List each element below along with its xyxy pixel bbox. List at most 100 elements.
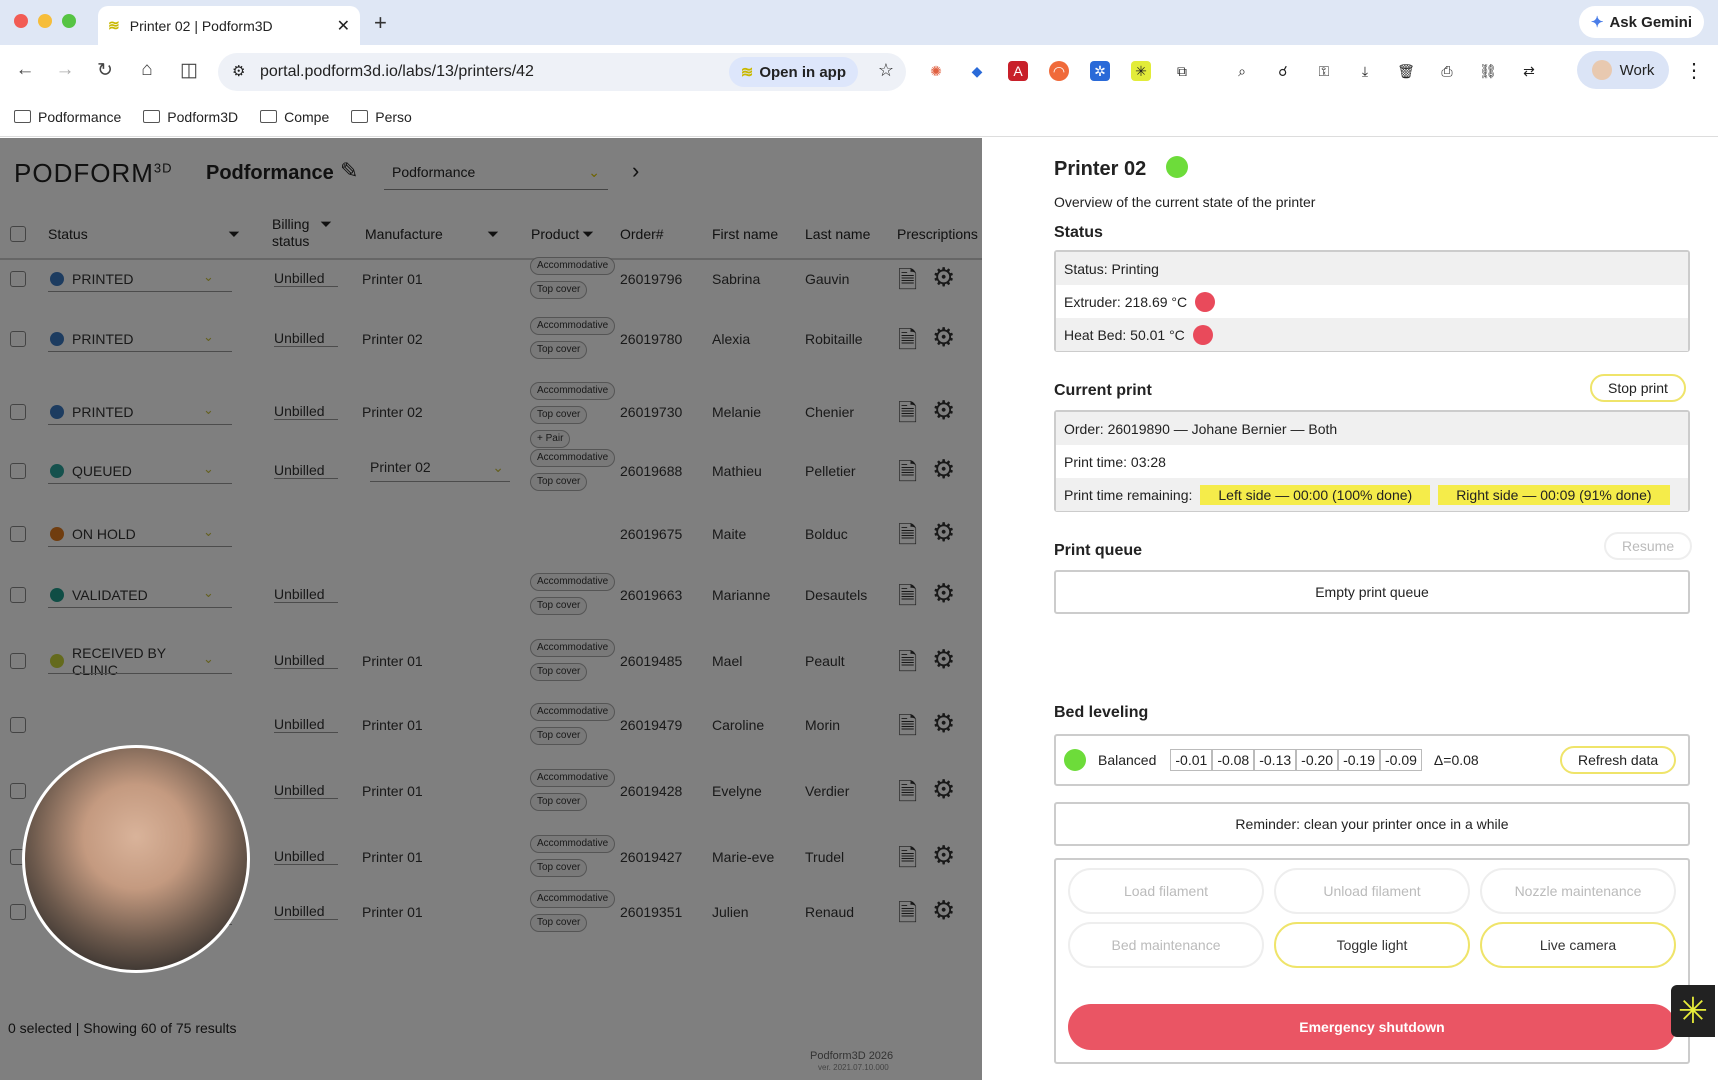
print-icon[interactable]: ⎙ <box>1437 61 1457 81</box>
status-select[interactable] <box>48 424 232 425</box>
row-checkbox[interactable] <box>10 587 26 603</box>
chevron-down-icon[interactable]: ⌄ <box>203 329 214 345</box>
close-window-icon[interactable] <box>14 14 28 28</box>
status-select[interactable] <box>48 673 232 674</box>
row-checkbox[interactable] <box>10 331 26 347</box>
column-prescriptions[interactable]: Prescriptions <box>897 226 978 242</box>
filter-icon[interactable]: ⏷ <box>582 226 594 243</box>
row-checkbox[interactable] <box>10 904 26 920</box>
gear-icon[interactable]: ⚙ <box>932 517 955 548</box>
profile-button[interactable]: Work <box>1577 51 1669 89</box>
emergency-shutdown-button[interactable]: Emergency shutdown <box>1068 1004 1676 1050</box>
bookmark-folder[interactable]: Podformance <box>14 109 121 125</box>
filter-icon[interactable]: ⏷ <box>228 226 240 243</box>
gear-icon[interactable]: ⚙ <box>932 708 955 739</box>
column-last-name[interactable]: Last name <box>805 226 870 242</box>
gear-icon[interactable]: ⚙ <box>932 774 955 805</box>
extension-orange-icon[interactable]: ◠ <box>1049 61 1069 81</box>
download-icon[interactable]: ⤓ <box>1355 61 1375 81</box>
table-row[interactable]: PRINTED ⌄ Unbilled Printer 02 Accommodative T… <box>0 314 982 364</box>
address-bar[interactable]: ⚙ portal.podform3d.io/labs/13/printers/4… <box>218 53 906 91</box>
nozzle-maintenance-button[interactable]: Nozzle maintenance <box>1480 868 1676 914</box>
live-camera-button[interactable]: Live camera <box>1480 922 1676 968</box>
row-checkbox[interactable] <box>10 653 26 669</box>
new-tab-button[interactable]: + <box>374 10 387 36</box>
load-filament-button[interactable]: Load filament <box>1068 868 1264 914</box>
edit-pencil-icon[interactable]: ✎ <box>340 158 358 184</box>
forward-icon[interactable]: → <box>52 59 78 81</box>
minimize-window-icon[interactable] <box>38 14 52 28</box>
status-select[interactable] <box>48 546 232 547</box>
prescription-document-icon[interactable]: 🗎 <box>898 263 924 294</box>
extension-gear-icon[interactable]: ✲ <box>1090 61 1110 81</box>
browser-tab[interactable]: ≋ Printer 02 | Podform3D ✕ <box>98 6 360 45</box>
gear-icon[interactable]: ⚙ <box>932 895 955 926</box>
filter-icon[interactable]: ⏷ <box>487 226 499 243</box>
more-menu-icon[interactable]: ⋮ <box>1684 58 1704 83</box>
split-view-icon[interactable]: ◫ <box>176 59 202 82</box>
column-manufacture[interactable]: Manufacture <box>365 226 443 242</box>
gear-icon[interactable]: ⚙ <box>932 840 955 871</box>
extension-pdf-icon[interactable]: A <box>1008 61 1028 81</box>
stop-print-button[interactable]: Stop print <box>1590 374 1686 402</box>
row-checkbox[interactable] <box>10 404 26 420</box>
billing-status[interactable]: Unbilled <box>274 716 338 733</box>
prescription-document-icon[interactable]: 🗎 <box>898 579 924 610</box>
podform-assistant-icon[interactable]: ✳ <box>1671 985 1715 1037</box>
billing-status[interactable]: Unbilled <box>274 848 338 865</box>
select-all-checkbox[interactable] <box>10 226 26 242</box>
prescription-document-icon[interactable]: 🗎 <box>898 518 924 549</box>
table-row[interactable]: ON HOLD ⌄ 26019675 Maite Bolduc 🗎 ⚙ <box>0 512 982 556</box>
billing-status[interactable]: Unbilled <box>274 903 338 920</box>
bookmark-folder[interactable]: Podform3D <box>143 109 238 125</box>
filter-icon[interactable]: ⏷ <box>320 216 332 233</box>
refresh-data-button[interactable]: Refresh data <box>1560 746 1677 774</box>
status-select[interactable] <box>48 351 232 352</box>
open-in-app-button[interactable]: ≋ Open in app <box>728 57 858 87</box>
billing-status[interactable]: Unbilled <box>274 462 338 479</box>
extension-claude-icon[interactable]: ✺ <box>926 61 946 81</box>
table-row[interactable]: VALIDATED ⌄ Unbilled Accommodative Top cover… <box>0 570 982 620</box>
bed-maintenance-button[interactable]: Bed maintenance <box>1068 922 1264 968</box>
chevron-right-icon[interactable]: › <box>632 158 639 184</box>
bookmark-star-icon[interactable]: ☆ <box>878 60 894 81</box>
column-first-name[interactable]: First name <box>712 226 778 242</box>
unload-filament-button[interactable]: Unload filament <box>1274 868 1470 914</box>
toggle-light-button[interactable]: Toggle light <box>1274 922 1470 968</box>
table-row[interactable]: Unbilled Printer 01 Accommodative Top cover… <box>0 700 982 750</box>
bookmark-folder[interactable]: Compe <box>260 109 329 125</box>
prescription-document-icon[interactable]: 🗎 <box>898 709 924 740</box>
trash-icon[interactable]: 🗑 <box>1396 61 1416 81</box>
prescription-document-icon[interactable]: 🗎 <box>898 896 924 927</box>
bookmark-folder[interactable]: Perso <box>351 109 412 125</box>
billing-status[interactable]: Unbilled <box>274 270 338 287</box>
billing-status[interactable]: Unbilled <box>274 330 338 347</box>
prescription-document-icon[interactable]: 🗎 <box>898 775 924 806</box>
reload-icon[interactable]: ↻ <box>92 59 118 82</box>
ask-gemini-button[interactable]: ✦ Ask Gemini <box>1578 6 1704 38</box>
billing-status[interactable]: Unbilled <box>274 403 338 420</box>
gear-icon[interactable]: ⚙ <box>932 262 955 293</box>
row-checkbox[interactable] <box>10 463 26 479</box>
screen-search-icon[interactable]: ⌕ <box>1232 61 1252 81</box>
prescription-document-icon[interactable]: 🗎 <box>898 396 924 427</box>
gear-icon[interactable]: ⚙ <box>932 395 955 426</box>
password-key-icon[interactable]: ⚿ <box>1314 61 1334 81</box>
chevron-down-icon[interactable]: ⌄ <box>203 585 214 601</box>
status-select[interactable] <box>48 291 232 292</box>
site-info-icon[interactable]: ⚙ <box>232 62 245 80</box>
chevron-down-icon[interactable]: ⌄ <box>203 461 214 477</box>
prescription-document-icon[interactable]: 🗎 <box>898 841 924 872</box>
chevron-down-icon[interactable]: ⌄ <box>203 651 214 667</box>
gear-icon[interactable]: ⚙ <box>932 644 955 675</box>
translate-icon[interactable]: ⇄ <box>1519 61 1539 81</box>
row-checkbox[interactable] <box>10 783 26 799</box>
table-row[interactable]: PRINTED ⌄ Unbilled Printer 01 Accommodative T… <box>0 254 982 304</box>
manufacture-select[interactable]: Printer 02 ⌄ <box>370 459 510 482</box>
table-row[interactable]: RECEIVED BY CLINIC ⌄ Unbilled Printer 01 Acc… <box>0 632 982 690</box>
chevron-down-icon[interactable]: ⌄ <box>203 402 214 418</box>
column-status[interactable]: Status <box>48 226 88 242</box>
back-icon[interactable]: ← <box>12 59 38 81</box>
gear-icon[interactable]: ⚙ <box>932 322 955 353</box>
row-checkbox[interactable] <box>10 271 26 287</box>
